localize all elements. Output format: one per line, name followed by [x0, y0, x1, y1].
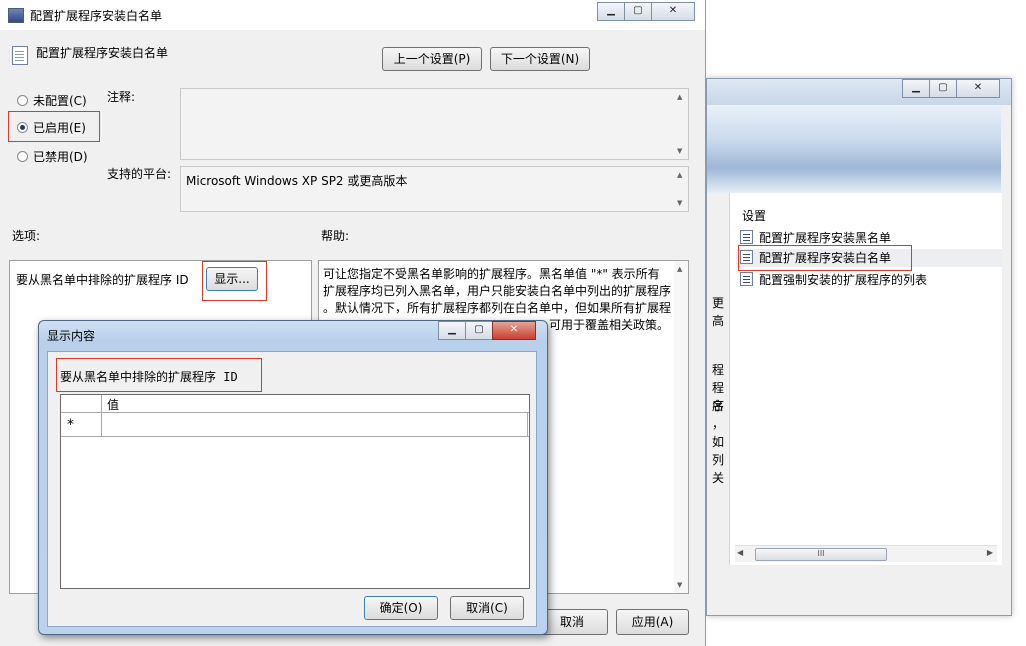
- grid-corner: [61, 395, 102, 412]
- dialog-window-controls: ▁ ▢ ✕: [438, 321, 536, 340]
- minimize-button[interactable]: ▁: [597, 2, 625, 21]
- scroll-down-icon[interactable]: ▼: [677, 581, 682, 589]
- show-contents-dialog: 显示内容 ▁ ▢ ✕ 要从黑名单中排除的扩展程序 ID 值 * 确定(O) 取消…: [38, 320, 548, 635]
- highlight-box: [8, 111, 100, 142]
- horizontal-scrollbar[interactable]: ◀ III ▶: [735, 545, 997, 562]
- help-line: 可让您指定不受黑名单影响的扩展程序。黑名单值 "*" 表示所有: [323, 267, 660, 281]
- radio-not-configured[interactable]: [17, 95, 28, 106]
- dialog-cancel-button[interactable]: 取消(C): [450, 596, 524, 620]
- comment-label: 注释:: [107, 90, 136, 104]
- minimize-button[interactable]: ▁: [902, 79, 930, 98]
- help-line: 。默认情况下，所有扩展程序都列在白名单中，但如果所有扩展程: [323, 301, 672, 315]
- clipped-text: 程: [711, 363, 724, 377]
- background-window-controls: ▁ ▢ ✕: [902, 79, 1000, 98]
- ok-button[interactable]: 确定(O): [364, 596, 438, 620]
- scroll-right-icon[interactable]: ▶: [987, 548, 993, 557]
- previous-setting-button[interactable]: 上一个设置(P): [382, 47, 482, 71]
- dialog-body: 要从黑名单中排除的扩展程序 ID 值 * 确定(O) 取消(C): [47, 351, 537, 627]
- platform-label: 支持的平台:: [107, 167, 172, 181]
- clipped-text: 名: [711, 399, 724, 413]
- new-row-marker: *: [67, 417, 74, 433]
- setting-icon: [740, 272, 753, 286]
- app-icon: [8, 8, 24, 23]
- setting-item-forcelist[interactable]: 配置强制安装的扩展程序的列表: [740, 271, 927, 289]
- radio-disabled-label: 已禁用(D): [33, 150, 88, 164]
- policy-icon: [12, 46, 28, 65]
- comment-scrollbar[interactable]: ▲ ▼: [674, 89, 688, 159]
- clipped-text: 列: [711, 453, 724, 467]
- close-button[interactable]: ✕: [651, 2, 695, 21]
- values-grid: 值 *: [60, 394, 530, 589]
- option-text: 要从黑名单中排除的扩展程序 ID: [16, 273, 189, 287]
- grid-header: 值: [61, 395, 529, 413]
- window-controls: ▁ ▢ ✕: [597, 2, 695, 21]
- window-title: 配置扩展程序安装白名单: [30, 9, 163, 23]
- clipped-text: 关: [711, 471, 724, 485]
- help-line: 扩展程序均已列入黑名单，用户只能安装白名单中列出的扩展程序: [323, 284, 672, 298]
- radio-not-configured-label: 未配置(C): [33, 94, 87, 108]
- help-label: 帮助:: [321, 229, 350, 243]
- minimize-button[interactable]: ▁: [438, 321, 466, 340]
- clipped-text: 如: [711, 435, 724, 449]
- header-band: [707, 105, 1001, 195]
- next-setting-button[interactable]: 下一个设置(N): [490, 47, 590, 71]
- settings-pane: 设置 配置扩展程序安装黑名单 配置扩展程序安装白名单 配置强制安装的扩展程序的列…: [729, 193, 1002, 565]
- apply-button[interactable]: 应用(A): [616, 609, 689, 635]
- comment-field[interactable]: ▲ ▼: [180, 88, 689, 160]
- maximize-button[interactable]: ▢: [624, 2, 652, 21]
- maximize-button[interactable]: ▢: [929, 79, 957, 98]
- maximize-button[interactable]: ▢: [465, 321, 493, 340]
- setting-heading: 配置扩展程序安装白名单: [36, 46, 169, 60]
- pane-header: 设置: [742, 209, 767, 223]
- setting-label: 配置强制安装的扩展程序的列表: [759, 273, 928, 287]
- platform-scrollbar[interactable]: ▲ ▼: [674, 167, 688, 211]
- scroll-down-icon[interactable]: ▼: [677, 147, 682, 155]
- setting-icon: [740, 230, 753, 244]
- platform-value: Microsoft Windows XP SP2 或更高版本: [186, 174, 408, 188]
- setting-label: 配置扩展程序安装黑名单: [759, 231, 892, 245]
- new-row[interactable]: *: [61, 413, 529, 437]
- help-scrollbar[interactable]: ▲ ▼: [674, 261, 688, 593]
- close-button[interactable]: ✕: [956, 79, 1000, 98]
- value-cell[interactable]: [101, 413, 528, 436]
- main-titlebar: 配置扩展程序安装白名单 ▁ ▢ ✕: [0, 0, 705, 30]
- column-header-value[interactable]: 值: [107, 396, 119, 413]
- highlight-box: [202, 261, 267, 301]
- dialog-title: 显示内容: [47, 329, 96, 343]
- close-button[interactable]: ✕: [492, 321, 536, 340]
- scroll-up-icon[interactable]: ▲: [677, 171, 682, 179]
- scroll-up-icon[interactable]: ▲: [677, 93, 682, 101]
- scroll-left-icon[interactable]: ◀: [737, 548, 743, 557]
- radio-disabled[interactable]: [17, 151, 28, 162]
- options-label: 选项:: [12, 229, 41, 243]
- scroll-thumb[interactable]: III: [755, 548, 887, 561]
- scroll-up-icon[interactable]: ▲: [677, 265, 682, 273]
- highlight-box: [738, 245, 912, 271]
- clipped-text: 更高: [711, 296, 724, 328]
- highlight-box: [56, 358, 262, 392]
- background-window: ▁ ▢ ✕ 更高 程 程序 名 ， 如 列 关 设置 配置扩展程序安装黑名单 配…: [706, 78, 1012, 616]
- scroll-down-icon[interactable]: ▼: [677, 199, 682, 207]
- help-line: 可用于覆盖相关政策。: [549, 318, 670, 332]
- platform-field: Microsoft Windows XP SP2 或更高版本 ▲ ▼: [180, 166, 689, 212]
- clipped-text: ，: [711, 417, 724, 431]
